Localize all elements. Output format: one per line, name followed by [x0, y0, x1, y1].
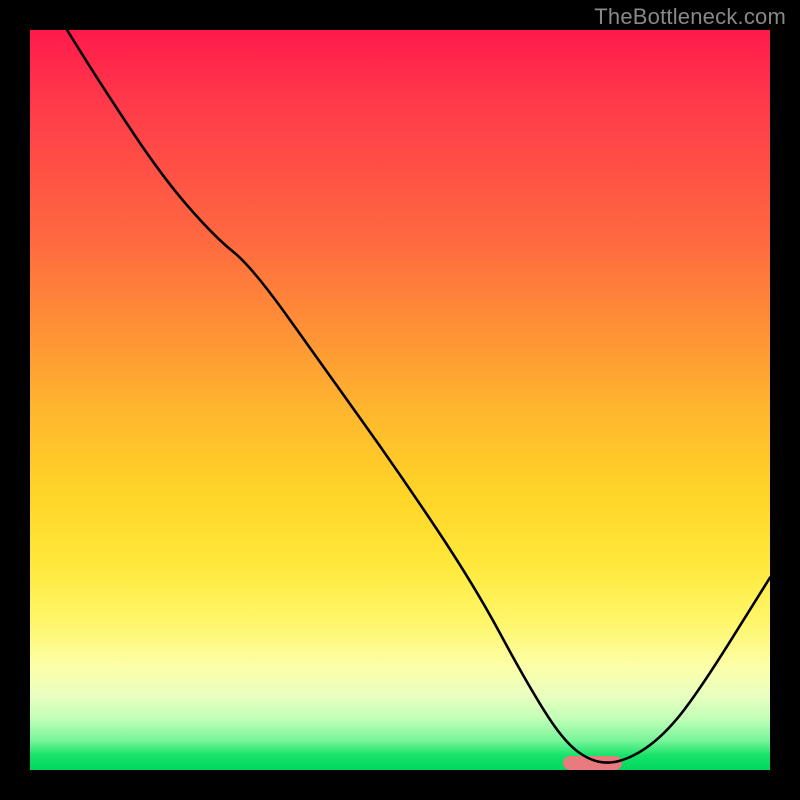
bottleneck-curve: [30, 30, 770, 770]
chart-plot-area: [30, 30, 770, 770]
curve-path: [67, 30, 770, 763]
watermark-text: TheBottleneck.com: [594, 4, 786, 30]
